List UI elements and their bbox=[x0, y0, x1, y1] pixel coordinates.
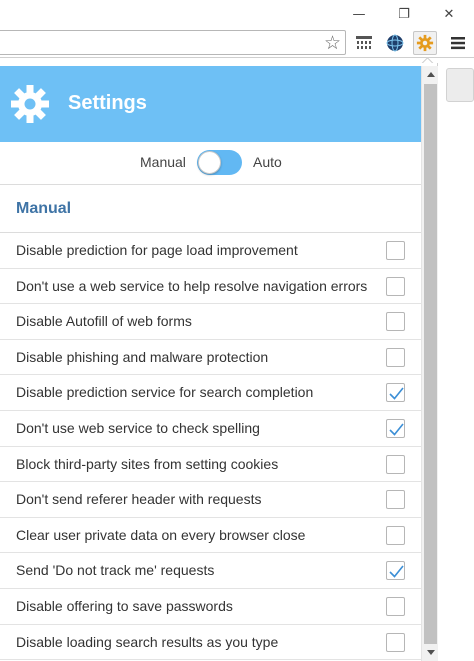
option-row[interactable]: Clear user private data on every browser… bbox=[0, 518, 421, 554]
option-row[interactable]: Disable prediction service for search co… bbox=[0, 375, 421, 411]
option-row[interactable]: Disable offering to save passwords bbox=[0, 589, 421, 625]
option-row[interactable]: Send 'Do not track me' requests bbox=[0, 553, 421, 589]
bookmark-star-icon[interactable]: ☆ bbox=[324, 31, 341, 55]
checkmark-icon bbox=[389, 423, 404, 436]
option-label: Disable prediction for page load improve… bbox=[16, 242, 298, 258]
address-bar[interactable]: ☆ bbox=[0, 30, 346, 55]
option-label: Disable offering to save passwords bbox=[16, 597, 233, 614]
settings-gear-icon bbox=[11, 85, 49, 123]
option-label: Disable loading search results as you ty… bbox=[16, 633, 279, 650]
option-row[interactable]: Disable prediction for page load improve… bbox=[0, 233, 421, 269]
option-row[interactable]: Disable Autofill of web forms bbox=[0, 304, 421, 340]
settings-popup: Settings Manual Auto Manual Disable pred… bbox=[0, 63, 438, 661]
option-checkbox[interactable] bbox=[386, 561, 405, 581]
extension-globe-icon[interactable] bbox=[383, 31, 407, 55]
option-row[interactable]: Disable loading search results as you ty… bbox=[0, 625, 421, 661]
option-checkbox[interactable] bbox=[386, 490, 405, 510]
background-page-element bbox=[446, 68, 474, 102]
option-label: Disable Autofill of web forms bbox=[16, 313, 192, 330]
maximize-button[interactable]: ❐ bbox=[390, 4, 418, 24]
mode-manual-label: Manual bbox=[140, 154, 186, 170]
browser-toolbar: ☆ bbox=[0, 28, 474, 58]
option-row[interactable]: Block third-party sites from setting coo… bbox=[0, 447, 421, 483]
option-row[interactable]: Don't use a web service to help resolve … bbox=[0, 269, 421, 305]
window-titlebar: — ❐ ✕ bbox=[0, 0, 474, 28]
options-list: Disable prediction for page load improve… bbox=[0, 232, 421, 661]
option-checkbox[interactable] bbox=[386, 312, 405, 332]
option-label: Send 'Do not track me' requests bbox=[16, 562, 215, 579]
section-title: Manual bbox=[16, 200, 72, 217]
mode-auto-label: Auto bbox=[253, 154, 282, 170]
option-checkbox[interactable] bbox=[386, 383, 405, 403]
scroll-down-arrow-icon[interactable] bbox=[422, 644, 439, 661]
scrollbar-thumb[interactable] bbox=[424, 84, 437, 644]
option-checkbox[interactable] bbox=[386, 525, 405, 545]
option-checkbox[interactable] bbox=[386, 632, 405, 652]
option-checkbox[interactable] bbox=[386, 454, 405, 474]
minimize-button[interactable]: — bbox=[345, 4, 373, 24]
close-button[interactable]: ✕ bbox=[435, 4, 463, 24]
toggle-knob[interactable] bbox=[198, 151, 221, 174]
scroll-up-arrow-icon[interactable] bbox=[422, 66, 439, 83]
option-label: Clear user private data on every browser… bbox=[16, 526, 306, 543]
option-checkbox[interactable] bbox=[386, 276, 405, 296]
checkmark-icon bbox=[389, 565, 404, 579]
popup-header: Settings bbox=[0, 66, 421, 142]
option-label: Disable phishing and malware protection bbox=[16, 348, 269, 365]
popup-title: Settings bbox=[68, 92, 147, 114]
option-row[interactable]: Don't use web service to check spelling bbox=[0, 411, 421, 447]
extension-grid-icon[interactable] bbox=[352, 31, 376, 55]
option-label: Don't use a web service to help resolve … bbox=[16, 277, 368, 294]
option-label: Disable prediction service for search co… bbox=[16, 384, 314, 401]
option-checkbox[interactable] bbox=[386, 596, 405, 616]
checkmark-icon bbox=[389, 387, 404, 401]
extension-gear-icon[interactable] bbox=[413, 31, 437, 55]
option-label: Don't send referer header with requests bbox=[16, 491, 262, 508]
option-row[interactable]: Disable phishing and malware protection bbox=[0, 340, 421, 376]
option-checkbox[interactable] bbox=[386, 347, 405, 367]
option-label: Block third-party sites from setting coo… bbox=[16, 455, 279, 472]
option-row[interactable]: Don't send referer header with requests bbox=[0, 482, 421, 518]
chrome-menu-icon[interactable] bbox=[446, 31, 470, 55]
option-label: Don't use web service to check spelling bbox=[16, 419, 260, 436]
mode-toggle[interactable] bbox=[197, 150, 242, 175]
option-checkbox[interactable] bbox=[386, 418, 405, 438]
mode-switch-row: Manual Auto bbox=[0, 142, 421, 185]
option-checkbox[interactable] bbox=[386, 241, 405, 260]
scrollbar[interactable] bbox=[421, 66, 438, 661]
